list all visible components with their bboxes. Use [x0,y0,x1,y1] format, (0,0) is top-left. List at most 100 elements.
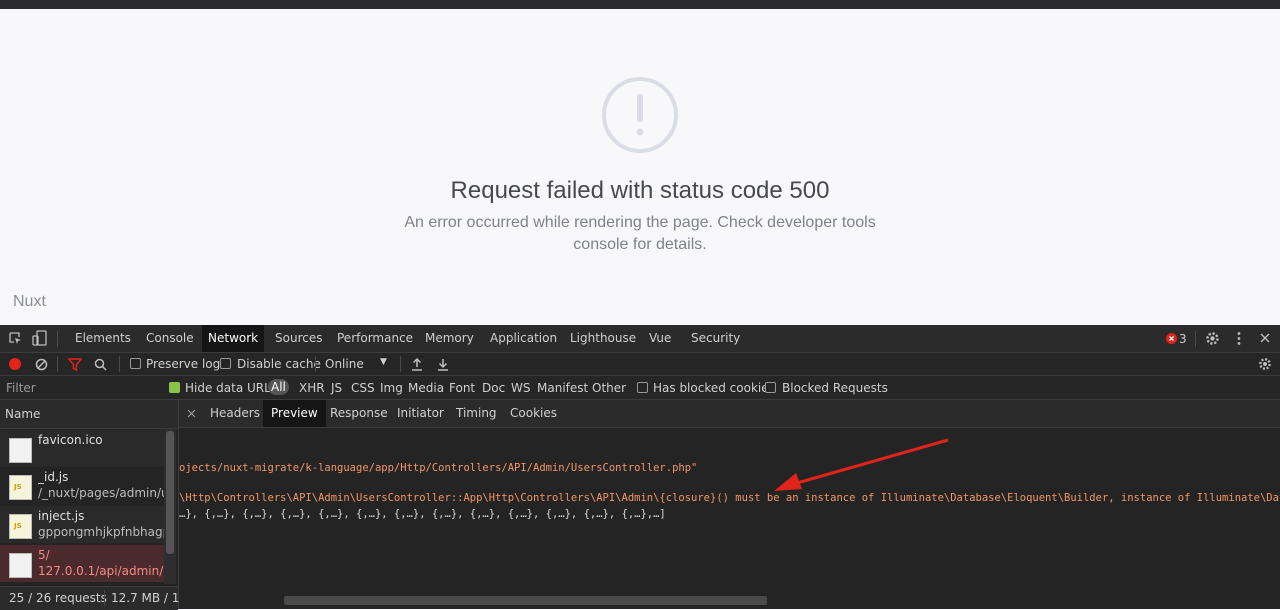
network-status-bar: 25 / 26 requests 12.7 MB / 12. [0,586,191,610]
blocked-requests-label: Blocked Requests [782,381,888,395]
tab-cookies[interactable]: Cookies [510,400,557,427]
error-count[interactable]: 3 [1179,332,1187,346]
red-arrow-annotation [774,438,949,491]
request-name: 5/ [38,548,50,562]
filter-type-font[interactable]: Font [449,381,475,395]
request-row-selected[interactable]: 5/ 127.0.0.1/api/admin/user [0,545,164,582]
request-row[interactable]: JS _id.js /_nuxt/pages/admin/us... [0,467,164,504]
tab-lighthouse[interactable]: Lighthouse [570,325,636,352]
request-name: inject.js [38,509,85,523]
tab-vue[interactable]: Vue [649,325,671,352]
request-name: favicon.ico [38,433,103,447]
more-options-icon[interactable] [1233,331,1245,346]
export-har-icon[interactable] [437,357,449,371]
error-message: An error occurred while rendering the pa… [404,214,876,253]
nuxt-brand: Nuxt [13,293,46,310]
request-list: Name favicon.ico JS _id.js /_nuxt/pages/… [0,400,191,610]
filter-type-media[interactable]: Media [408,381,444,395]
error-badge-icon[interactable] [1166,333,1177,344]
divider [119,356,120,372]
blocked-requests-checkbox[interactable] [765,382,776,393]
filter-type-other[interactable]: Other [592,381,626,395]
network-toolbar: Preserve log Disable cache Online ▼ [0,353,1280,376]
divider [315,356,316,372]
preview-file-line: ojects/nuxt-migrate/k-language/app/Http/… [179,462,698,474]
network-settings-icon[interactable] [1258,357,1272,371]
inspect-element-icon[interactable] [8,331,23,346]
tab-sources[interactable]: Sources [275,325,322,352]
filter-type-doc[interactable]: Doc [482,381,505,395]
filter-input[interactable]: Filter [6,381,36,395]
tab-preview[interactable]: Preview [263,400,326,427]
preview-message-line: \Http\Controllers\API\Admin\UsersControl… [179,492,1280,504]
tab-initiator[interactable]: Initiator [397,400,444,427]
horizontal-scrollbar[interactable] [284,596,767,605]
tab-security[interactable]: Security [691,325,740,352]
exclamation-icon [602,77,678,153]
divider [104,590,105,606]
filter-type-css[interactable]: CSS [351,381,375,395]
tab-headers[interactable]: Headers [210,400,260,427]
record-icon[interactable] [9,358,21,370]
device-toolbar-icon[interactable] [32,330,48,347]
tab-console[interactable]: Console [146,325,194,352]
dropdown-arrow-icon[interactable]: ▼ [380,357,387,367]
divider [57,331,58,347]
tab-memory[interactable]: Memory [425,325,474,352]
search-icon[interactable] [94,358,107,371]
tab-response[interactable]: Response [330,400,388,427]
request-name: _id.js [38,470,69,484]
divider [400,356,401,372]
devtools-panel: Elements Console Network Sources Perform… [0,325,1280,610]
settings-gear-icon[interactable] [1205,331,1220,346]
close-detail-icon[interactable] [187,409,196,418]
filter-type-js[interactable]: JS [331,381,342,395]
hide-data-urls-checkbox[interactable] [169,382,180,393]
js-file-icon: JS [9,475,32,500]
request-path: /_nuxt/pages/admin/us... [38,486,164,500]
tab-elements[interactable]: Elements [75,325,131,352]
close-devtools-icon[interactable] [1259,332,1271,344]
filter-type-all[interactable]: All [268,379,289,395]
nuxt-error-page: Request failed with status code 500 An e… [0,9,1280,325]
request-count: 25 / 26 requests [9,591,107,605]
throttling-select[interactable]: Online [325,357,364,371]
tab-network[interactable]: Network [202,325,265,352]
tab-application[interactable]: Application [490,325,557,352]
name-header-label: Name [5,407,41,421]
filter-bar: Filter Hide data URLs All XHR JS CSS Img… [0,376,1280,400]
request-row[interactable]: favicon.ico [0,430,164,467]
disable-cache-checkbox[interactable] [220,358,231,369]
filter-type-xhr[interactable]: XHR [299,381,325,395]
request-list-scrollbar[interactable] [164,429,176,584]
preserve-log-label: Preserve log [146,357,221,371]
error-title: Request failed with status code 500 [450,177,830,204]
preview-trace-line: …}, {,…}, {,…}, {,…}, {,…}, {,…}, {,…}, … [179,508,666,520]
filter-funnel-icon[interactable] [68,358,82,371]
file-icon [9,438,32,463]
divider [1195,331,1196,347]
tab-performance[interactable]: Performance [337,325,413,352]
has-blocked-cookies-label: Has blocked cookies [653,381,775,395]
request-row[interactable]: JS inject.js gppongmhjkpfnbhagpm... [0,506,164,543]
filter-type-manifest[interactable]: Manifest [537,381,588,395]
request-path: gppongmhjkpfnbhagpm... [38,525,164,539]
divider [57,356,58,372]
tab-timing[interactable]: Timing [456,400,497,427]
browser-top-strip [0,0,1280,9]
import-har-icon[interactable] [411,357,423,371]
devtools-tabbar: Elements Console Network Sources Perform… [0,325,1280,353]
disable-cache-label: Disable cache [237,357,321,371]
has-blocked-cookies-checkbox[interactable] [637,382,648,393]
request-detail-pane: Headers Preview Response Initiator Timin… [179,400,1280,609]
preserve-log-checkbox[interactable] [130,358,141,369]
scrollbar-thumb[interactable] [166,431,174,554]
request-path: 127.0.0.1/api/admin/user [38,564,164,578]
name-column-header[interactable]: Name [0,400,178,429]
file-icon [9,553,32,578]
filter-type-ws[interactable]: WS [511,381,530,395]
filter-type-img[interactable]: Img [380,381,403,395]
detail-tabbar: Headers Preview Response Initiator Timin… [179,400,1280,428]
hide-data-urls-label: Hide data URLs [185,381,278,395]
clear-icon[interactable] [35,358,48,371]
